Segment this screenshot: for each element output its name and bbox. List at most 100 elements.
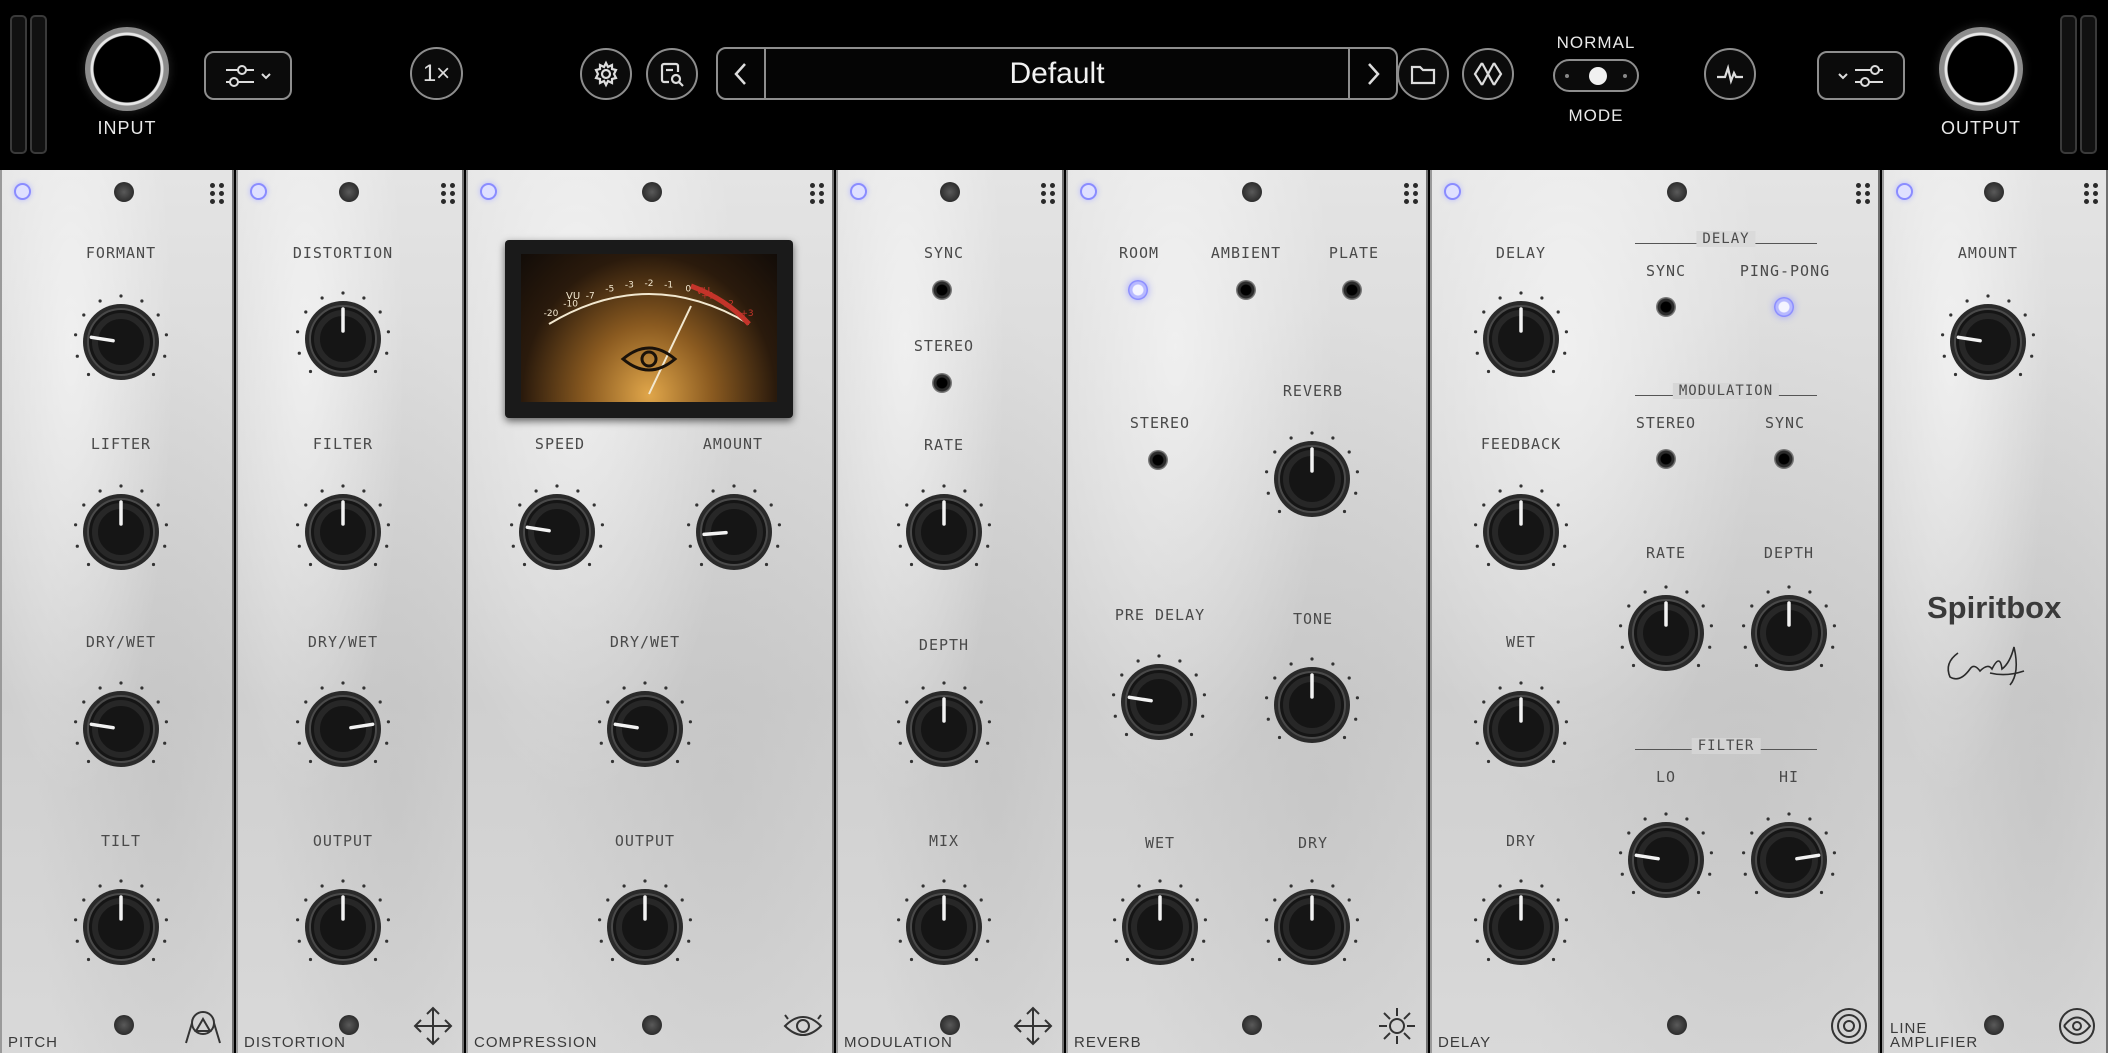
preset-name[interactable]: Default [764, 49, 1350, 98]
line-amp-name-line2: AMPLIFIER [1890, 1034, 1979, 1051]
screw-icon [1242, 182, 1262, 202]
output-eq-dropdown[interactable] [1817, 51, 1905, 100]
mod-stereo-label: STEREO [913, 337, 975, 355]
drag-handle-icon[interactable] [441, 183, 457, 205]
mod-stereo-switch[interactable] [932, 373, 952, 393]
mode-switch[interactable] [1553, 59, 1639, 92]
predelay-label: PRE DELAY [1114, 606, 1206, 624]
speed-label: SPEED [534, 435, 586, 453]
reverb-wet-knob[interactable] [1112, 879, 1208, 975]
mod-rate-label: RATE [1645, 544, 1687, 562]
filter-section-label: FILTER [1691, 738, 1761, 754]
wet-label: WET [1144, 834, 1176, 852]
mod-stereo-label-delay: STEREO [1635, 414, 1697, 432]
distortion-power-led[interactable] [250, 183, 267, 200]
drag-handle-icon[interactable] [1041, 183, 1057, 205]
tone-knob[interactable] [1264, 657, 1360, 753]
modulation-power-led[interactable] [850, 183, 867, 200]
distortion-knob[interactable] [295, 291, 391, 387]
folder-button[interactable] [1397, 48, 1449, 100]
lifter-knob[interactable] [73, 484, 169, 580]
knob-graphic [74, 681, 168, 767]
input-eq-dropdown[interactable] [204, 51, 292, 100]
screw-icon [642, 1015, 662, 1035]
delay-module-icon [1831, 1008, 1867, 1044]
comp-drywet-knob[interactable] [597, 681, 693, 777]
knob-graphic [296, 681, 390, 767]
ambient-switch[interactable] [1236, 280, 1256, 300]
ambient-label: AMBIENT [1210, 244, 1282, 262]
delay-power-led[interactable] [1444, 183, 1461, 200]
mix-knob[interactable] [896, 879, 992, 975]
comp-amount-knob[interactable] [686, 484, 782, 580]
reverb-power-led[interactable] [1080, 183, 1097, 200]
feedback-knob[interactable] [1473, 484, 1569, 580]
predelay-knob[interactable] [1111, 654, 1207, 750]
delay-knob[interactable] [1473, 291, 1569, 387]
reverb-dry-knob[interactable] [1264, 879, 1360, 975]
amp-amount-knob[interactable] [1940, 294, 2036, 390]
mod-depth-label: DEPTH [1763, 544, 1815, 562]
mode-switch-thumb [1589, 67, 1607, 85]
comp-output-knob[interactable] [597, 879, 693, 975]
comp-drywet-label: DRY/WET [609, 633, 681, 651]
modulation-section-label: MODULATION [1672, 383, 1780, 399]
settings-button[interactable] [580, 48, 632, 100]
pitch-drywet-knob[interactable] [73, 681, 169, 777]
mode-dot-right [1623, 74, 1627, 78]
tilt-knob[interactable] [73, 879, 169, 975]
reverb-label: REVERB [1282, 382, 1344, 400]
screw-icon [1984, 1015, 2004, 1035]
plate-label: PLATE [1328, 244, 1380, 262]
pingpong-switch[interactable] [1774, 297, 1794, 317]
delay-dry-knob[interactable] [1473, 879, 1569, 975]
knob-graphic [1113, 879, 1207, 965]
drag-handle-icon[interactable] [1404, 183, 1420, 205]
delay-mod-sync-switch[interactable] [1774, 449, 1794, 469]
rate-knob[interactable] [896, 484, 992, 580]
amount-label: AMOUNT [702, 435, 764, 453]
brand-logo-button[interactable] [1462, 48, 1514, 100]
filter-knob[interactable] [295, 484, 391, 580]
delay-mod-rate-knob[interactable] [1618, 585, 1714, 681]
delay-sync-switch[interactable] [1656, 297, 1676, 317]
drag-handle-icon[interactable] [210, 183, 226, 205]
delay-module-name: DELAY [1438, 1034, 1492, 1051]
pingpong-label: PING-PONG [1739, 262, 1831, 280]
input-knob[interactable] [85, 27, 169, 111]
formant-knob[interactable] [73, 294, 169, 390]
vu-tick-label: -20 [544, 309, 559, 319]
previous-preset-button[interactable] [718, 49, 766, 98]
plate-switch[interactable] [1342, 280, 1362, 300]
drag-handle-icon[interactable] [810, 183, 826, 205]
tuner-button[interactable] [1704, 48, 1756, 100]
room-switch[interactable] [1128, 280, 1148, 300]
preset-search-button[interactable] [646, 48, 698, 100]
vu-tick-label: 0 [685, 285, 691, 295]
compression-power-led[interactable] [480, 183, 497, 200]
output-knob[interactable] [1939, 27, 2023, 111]
depth-knob[interactable] [896, 681, 992, 777]
reverb-knob[interactable] [1264, 431, 1360, 527]
dist-output-knob[interactable] [295, 879, 391, 975]
reverb-stereo-switch[interactable] [1148, 450, 1168, 470]
drag-handle-icon[interactable] [1856, 183, 1872, 205]
delay-mod-depth-knob[interactable] [1741, 585, 1837, 681]
knob-graphic [897, 484, 991, 570]
sliders-icon [1838, 64, 1883, 87]
delay-mod-stereo-switch[interactable] [1656, 449, 1676, 469]
neural-dsp-logo-icon [1473, 62, 1503, 86]
mod-sync-switch[interactable] [932, 280, 952, 300]
screw-icon [114, 182, 134, 202]
hi-cut-knob[interactable] [1741, 812, 1837, 908]
oversampling-button[interactable]: 1× [410, 47, 463, 100]
next-preset-button[interactable] [1348, 49, 1396, 98]
lo-cut-knob[interactable] [1618, 812, 1714, 908]
rate-label: RATE [923, 436, 965, 454]
drag-handle-icon[interactable] [2084, 183, 2100, 205]
line-amp-power-led[interactable] [1896, 183, 1913, 200]
dist-drywet-knob[interactable] [295, 681, 391, 777]
speed-knob[interactable] [509, 484, 605, 580]
pitch-power-led[interactable] [14, 183, 31, 200]
delay-wet-knob[interactable] [1473, 681, 1569, 777]
